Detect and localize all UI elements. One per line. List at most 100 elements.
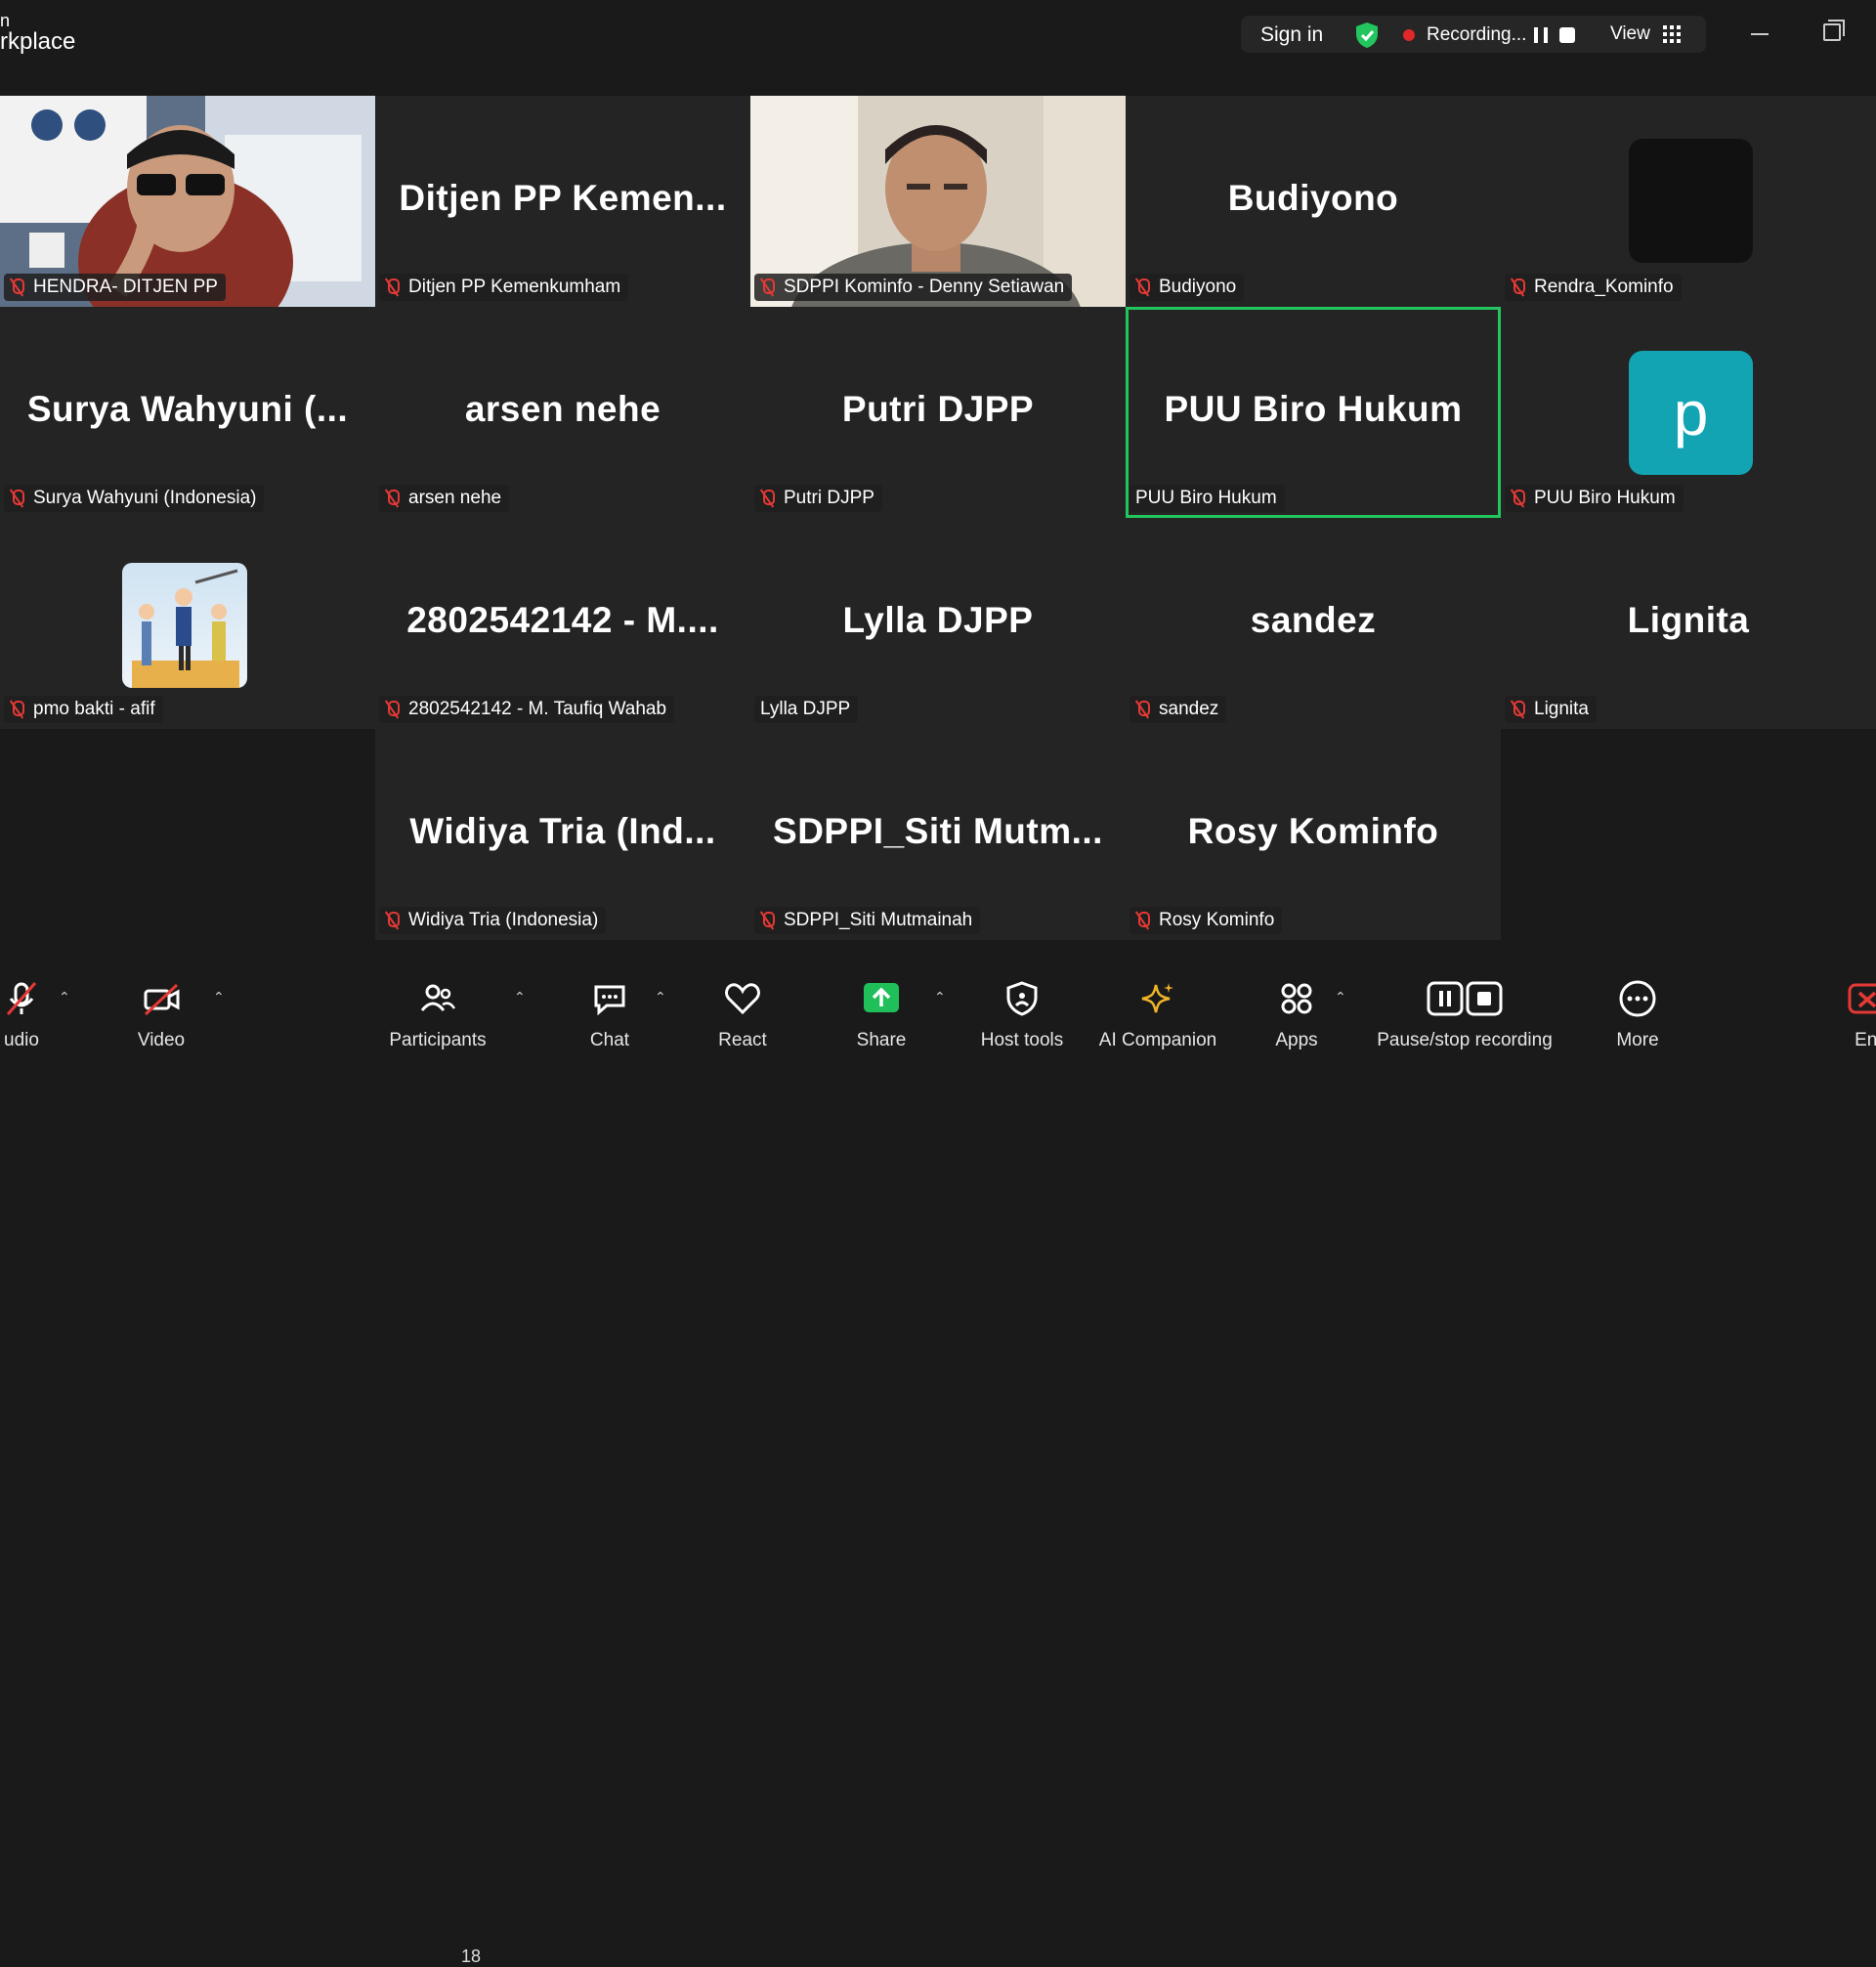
participant-display-name: SDPPI_Siti Mutm... <box>773 811 1103 851</box>
mic-muted-icon <box>385 278 400 297</box>
participant-display-name: PUU Biro Hukum <box>1164 389 1463 429</box>
share-screen-icon <box>864 983 899 1012</box>
participant-display-name: Lylla DJPP <box>842 600 1034 640</box>
participant-name-label: PUU Biro Hukum <box>1130 485 1285 512</box>
shield-icon <box>1006 981 1038 1016</box>
participant-name-label: 2802542142 - M. Taufiq Wahab <box>379 696 675 723</box>
app-title: n rkplace <box>0 11 76 55</box>
avatar <box>122 563 247 688</box>
participant-name-label: HENDRA- DITJEN PP <box>4 274 226 301</box>
participant-name-label: Lylla DJPP <box>754 696 859 723</box>
grid-view-icon[interactable] <box>1663 25 1681 43</box>
title-bar: n rkplace Sign in Recording... View <box>0 0 1876 70</box>
participant-name-label: Rosy Kominfo <box>1130 907 1283 934</box>
video-button[interactable]: Video <box>127 963 195 1055</box>
more-button[interactable]: More <box>1608 963 1667 1055</box>
participant-tile[interactable]: Rosy Kominfo Rosy Kominfo <box>1126 729 1501 940</box>
chevron-up-icon[interactable]: ⌃ <box>514 989 528 1005</box>
participant-name-label: PUU Biro Hukum <box>1505 485 1684 512</box>
end-call-icon <box>1848 983 1876 1014</box>
active-speaker-tile[interactable]: PUU Biro Hukum PUU Biro Hukum <box>1126 307 1501 518</box>
participant-tile[interactable]: 2802542142 - M.... 2802542142 - M. Taufi… <box>375 518 750 729</box>
participant-display-name: 2802542142 - M.... <box>406 600 719 640</box>
mic-muted-icon <box>10 700 24 719</box>
apps-button[interactable]: Apps <box>1266 963 1327 1055</box>
chevron-up-icon[interactable]: ⌃ <box>655 989 668 1005</box>
mic-muted-icon <box>1135 700 1150 719</box>
mic-muted-icon <box>1511 278 1525 297</box>
mic-muted-icon <box>1511 700 1525 719</box>
apps-icon <box>1281 983 1312 1014</box>
participant-name-label: Putri DJPP <box>754 485 882 512</box>
mic-muted-icon <box>760 489 775 508</box>
sign-in-button[interactable]: Sign in <box>1260 23 1323 47</box>
mic-muted-icon <box>1135 911 1150 930</box>
participant-display-name: arsen nehe <box>464 389 661 429</box>
participant-tile[interactable]: HENDRA- DITJEN PP <box>0 96 375 307</box>
more-icon <box>1619 980 1656 1017</box>
participant-tile[interactable]: Lylla DJPP Lylla DJPP <box>750 518 1126 729</box>
react-button[interactable]: React <box>713 963 772 1055</box>
participant-tile[interactable]: Lignita Lignita <box>1501 518 1876 729</box>
participant-display-name: Surya Wahyuni (... <box>26 389 349 429</box>
participant-tile[interactable]: SDPPI Kominfo - Denny Setiawan <box>750 96 1126 307</box>
participant-tile[interactable]: sandez sandez <box>1126 518 1501 729</box>
participant-tile[interactable]: Putri DJPP Putri DJPP <box>750 307 1126 518</box>
view-button[interactable]: View <box>1610 23 1650 45</box>
host-tools-button[interactable]: Host tools <box>973 963 1071 1055</box>
participants-icon <box>420 984 456 1011</box>
restore-window-icon[interactable] <box>1823 20 1845 41</box>
mic-muted-icon <box>385 700 400 719</box>
mic-muted-icon <box>385 911 400 930</box>
pause-stop-recording-icon <box>1427 981 1503 1016</box>
participant-tile[interactable]: Ditjen PP Kemen... Ditjen PP Kemenkumham <box>375 96 750 307</box>
chevron-up-icon[interactable]: ⌃ <box>213 989 227 1005</box>
share-button[interactable]: Share <box>852 963 911 1055</box>
meeting-toolbar: udio ⌃ Video ⌃ Participants 18 ⌃ Chat ⌃ <box>0 963 1876 1966</box>
participant-tile[interactable]: Widiya Tria (Ind... Widiya Tria (Indones… <box>375 729 750 940</box>
participant-tile[interactable]: Budiyono Budiyono <box>1126 96 1501 307</box>
participant-name-label: Rendra_Kominfo <box>1505 274 1682 301</box>
security-shield-icon[interactable] <box>1354 21 1380 49</box>
participant-name-label: sandez <box>1130 696 1227 723</box>
participant-count: 18 <box>461 1946 482 1966</box>
mic-muted-icon <box>10 278 24 297</box>
participants-button[interactable]: Participants <box>381 963 494 1055</box>
participant-display-name: Widiya Tria (Ind... <box>409 811 716 851</box>
participant-name-label: SDPPI Kominfo - Denny Setiawan <box>754 274 1073 301</box>
end-button[interactable]: End <box>1845 963 1876 1055</box>
participant-name-label: Budiyono <box>1130 274 1245 301</box>
mic-muted-icon <box>760 278 775 297</box>
minimize-icon[interactable] <box>1751 33 1769 35</box>
chat-icon <box>594 985 625 1016</box>
participant-name-label: pmo bakti - afif <box>4 696 163 723</box>
participant-name-label: Surya Wahyuni (Indonesia) <box>4 485 265 512</box>
participant-display-name: Putri DJPP <box>841 389 1035 429</box>
mic-muted-icon <box>385 489 400 508</box>
participant-name-label: arsen nehe <box>379 485 510 512</box>
mic-muted-icon <box>10 489 24 508</box>
chat-button[interactable]: Chat <box>580 963 639 1055</box>
ai-companion-button[interactable]: AI Companion <box>1094 963 1221 1055</box>
participant-display-name: sandez <box>1250 600 1377 640</box>
participant-name-label: Ditjen PP Kemenkumham <box>379 274 629 301</box>
pause-stop-recording-button[interactable]: Pause/stop recording <box>1368 963 1561 1055</box>
audio-button[interactable]: udio <box>0 963 47 1055</box>
mic-muted-icon <box>1135 278 1150 297</box>
avatar <box>1629 139 1753 263</box>
chevron-up-icon[interactable]: ⌃ <box>1335 989 1348 1005</box>
mic-muted-icon <box>760 911 775 930</box>
participant-display-name: Ditjen PP Kemen... <box>399 178 727 218</box>
pause-recording-icon[interactable] <box>1534 27 1548 43</box>
participant-tile[interactable]: SDPPI_Siti Mutm... SDPPI_Siti Mutmainah <box>750 729 1126 940</box>
participant-display-name: Budiyono <box>1227 178 1399 218</box>
chevron-up-icon[interactable]: ⌃ <box>59 989 72 1005</box>
participant-tile[interactable]: Surya Wahyuni (... Surya Wahyuni (Indone… <box>0 307 375 518</box>
mic-muted-icon <box>6 982 37 1015</box>
avatar: p <box>1629 351 1753 475</box>
participant-name-label: SDPPI_Siti Mutmainah <box>754 907 981 934</box>
stop-recording-icon[interactable] <box>1559 27 1575 43</box>
participant-name-label: Lignita <box>1505 696 1597 723</box>
chevron-up-icon[interactable]: ⌃ <box>934 989 948 1005</box>
participant-tile[interactable]: arsen nehe arsen nehe <box>375 307 750 518</box>
